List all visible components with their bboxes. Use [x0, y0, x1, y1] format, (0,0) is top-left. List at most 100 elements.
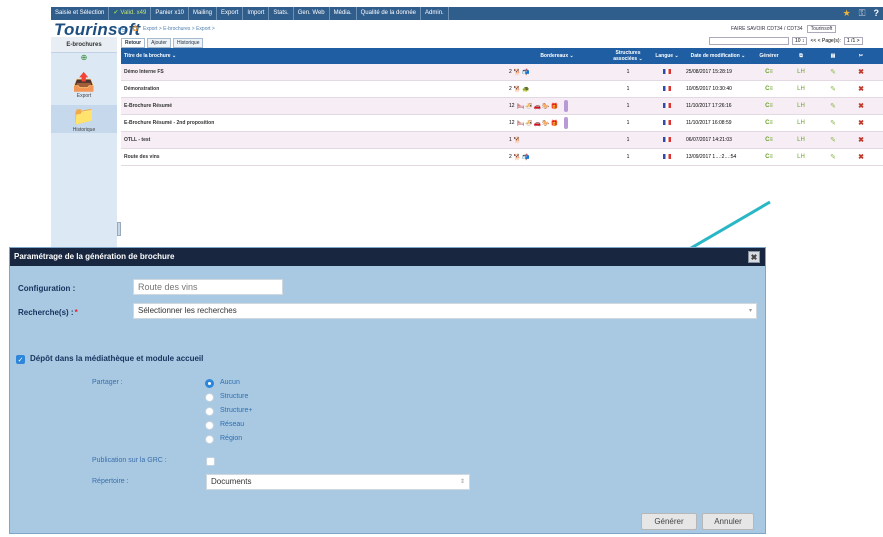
row-title[interactable]: OTLL - test: [121, 137, 509, 143]
radio-structure-plus[interactable]: [205, 407, 214, 416]
page-number[interactable]: 1 /1 >: [843, 37, 863, 45]
sidebar-item-export[interactable]: 📤 Export: [51, 71, 117, 99]
add-button[interactable]: Ajouter: [147, 38, 171, 48]
menu-stats[interactable]: Stats.: [269, 7, 294, 20]
export-icon: 📤: [72, 72, 96, 92]
search-select[interactable]: Sélectionner les recherches ▾: [133, 303, 757, 319]
row-title[interactable]: Route des vins: [121, 154, 509, 160]
radio-reseau[interactable]: [205, 421, 214, 430]
close-icon[interactable]: ✖: [748, 251, 760, 263]
edit-icon[interactable]: ✎: [817, 136, 849, 144]
row-structures: 1: [626, 69, 630, 75]
delete-icon[interactable]: ✖: [849, 102, 873, 110]
delete-icon[interactable]: ✖: [849, 85, 873, 93]
generate-icon[interactable]: C≡: [753, 86, 785, 92]
sidebar-collapse-handle[interactable]: [117, 222, 121, 236]
row-title[interactable]: Démo Interne FS: [121, 69, 509, 75]
back-button[interactable]: Retour: [121, 38, 146, 48]
key-icon[interactable]: ⚿: [859, 7, 866, 20]
org-select[interactable]: Tourinsoft: [806, 25, 837, 33]
row-date: 06/07/2017 14:21:03: [686, 137, 732, 143]
generate-icon[interactable]: C≡: [753, 69, 785, 75]
table-row[interactable]: E-Brochure Résumé - 2nd proposition 12 🛏🍜🚗…: [121, 115, 883, 132]
delete-icon[interactable]: ✖: [849, 68, 873, 76]
star-icon[interactable]: ★: [843, 7, 851, 20]
history-button[interactable]: Historique: [172, 38, 204, 48]
row-langue: [651, 119, 683, 127]
generate-icon[interactable]: C≡: [753, 137, 785, 143]
generate-icon[interactable]: C≡: [753, 120, 785, 126]
delete-icon[interactable]: ✖: [849, 136, 873, 144]
delete-icon[interactable]: ✖: [849, 119, 873, 127]
menu-saisie[interactable]: Saisie et Sélection: [51, 7, 110, 20]
generate-icon[interactable]: C≡: [753, 103, 785, 109]
col-langue[interactable]: Langue ⌄: [651, 53, 683, 59]
pdf-icon[interactable]: LH: [785, 86, 817, 92]
menu-valid[interactable]: ✔ Valid. x49: [109, 7, 152, 20]
expand-tab[interactable]: [564, 100, 569, 112]
config-input[interactable]: Route des vins: [133, 279, 283, 295]
menu-import[interactable]: Import: [243, 7, 270, 20]
pdf-icon[interactable]: LH: [785, 103, 817, 109]
dialog-title: Paramétrage de la génération de brochure: [14, 252, 175, 261]
generate-icon[interactable]: C≡: [753, 154, 785, 160]
row-count: 2: [509, 69, 512, 75]
cancel-button[interactable]: Annuler: [702, 513, 754, 530]
table-row[interactable]: Route des vins 2 🐕📬 1 13/09/2017 1…:2…:54 C≡ L…: [121, 149, 883, 166]
col-structures[interactable]: Structures associées ⌄: [605, 50, 651, 62]
radio-aucun[interactable]: [205, 379, 214, 388]
col-title[interactable]: Titre de la brochure ⌄: [121, 53, 509, 59]
menu-admin[interactable]: Admin.: [421, 7, 449, 20]
expand-tab[interactable]: [564, 117, 569, 129]
row-title[interactable]: E-Brochure Résumé: [121, 103, 509, 109]
user-info: FAIRE SAVOIR CDT34 / CDT34 Tourinsoft: [731, 25, 837, 33]
col-date[interactable]: Date de modification ⌄: [683, 53, 753, 59]
generate-button[interactable]: Générer: [641, 513, 697, 530]
depot-checkbox[interactable]: ✓: [16, 355, 25, 364]
edit-icon[interactable]: ✎: [817, 85, 849, 93]
menu-media[interactable]: Média.: [330, 7, 357, 20]
radio-structure[interactable]: [205, 393, 214, 402]
menu-panier[interactable]: Panier x10: [151, 7, 189, 20]
sidebar-item-historique[interactable]: 📁 Historique: [51, 105, 117, 133]
edit-icon[interactable]: ✎: [817, 68, 849, 76]
row-langue: [651, 85, 683, 93]
radio-label-region: Région: [220, 435, 243, 442]
menu-mailing[interactable]: Mailing: [189, 7, 218, 20]
menu-qualite[interactable]: Qualité de la donnée: [357, 7, 422, 20]
sidebar-title: E-brochures: [51, 37, 117, 53]
row-bordereaux: 12 🛏🍜🚗🐎🎁: [509, 100, 605, 112]
pdf-icon[interactable]: LH: [785, 120, 817, 126]
delete-icon[interactable]: ✖: [849, 153, 873, 161]
pager-prev[interactable]: << < Page(s):: [810, 38, 840, 44]
edit-icon[interactable]: ✎: [817, 153, 849, 161]
add-icon[interactable]: ⊕: [51, 53, 117, 65]
table-row[interactable]: E-Brochure Résumé 12 🛏🍜🚗🐎🎁 1 11/10/2017 17:2…: [121, 98, 883, 115]
edit-icon[interactable]: ✎: [817, 102, 849, 110]
row-structures: 1: [626, 103, 630, 109]
breadcrumb[interactable]: Export > E-brochures > Export >: [143, 26, 215, 32]
row-title[interactable]: Démonstration: [121, 86, 509, 92]
chevron-updown-icon: ⇕: [459, 479, 465, 485]
page-size-select[interactable]: 10 ↕: [792, 37, 808, 45]
grc-label: Publication sur la GRC :: [92, 457, 167, 464]
radio-region[interactable]: [205, 435, 214, 444]
table-row[interactable]: Démonstration 2 🐕🐢 1 10/05/2017 10:30:40 C≡ LH…: [121, 81, 883, 98]
menu-valid-label: Valid. x49: [120, 10, 147, 16]
menu-genweb[interactable]: Gen. Web: [294, 7, 330, 20]
pdf-icon[interactable]: LH: [785, 69, 817, 75]
flag-fr-icon: [663, 136, 671, 142]
row-title[interactable]: E-Brochure Résumé - 2nd proposition: [121, 120, 509, 126]
edit-icon[interactable]: ✎: [817, 119, 849, 127]
col-bordereaux[interactable]: Bordereaux ⌄: [509, 53, 605, 59]
table-row[interactable]: OTLL - test 1 🐕 1 06/07/2017 14:21:03 C≡ LH ✎ ✖: [121, 132, 883, 149]
pdf-icon[interactable]: LH: [785, 137, 817, 143]
help-icon[interactable]: ?: [874, 7, 880, 20]
filter-input[interactable]: [709, 37, 789, 45]
table-row[interactable]: Démo Interne FS 2 🐕📬 1 25/08/2017 15:28:19 C≡…: [121, 64, 883, 81]
config-label: Configuration :: [18, 284, 76, 293]
menu-export[interactable]: Export: [217, 7, 244, 20]
directory-select[interactable]: Documents ⇕: [206, 474, 470, 490]
pdf-icon[interactable]: LH: [785, 154, 817, 160]
grc-checkbox[interactable]: [206, 457, 215, 466]
